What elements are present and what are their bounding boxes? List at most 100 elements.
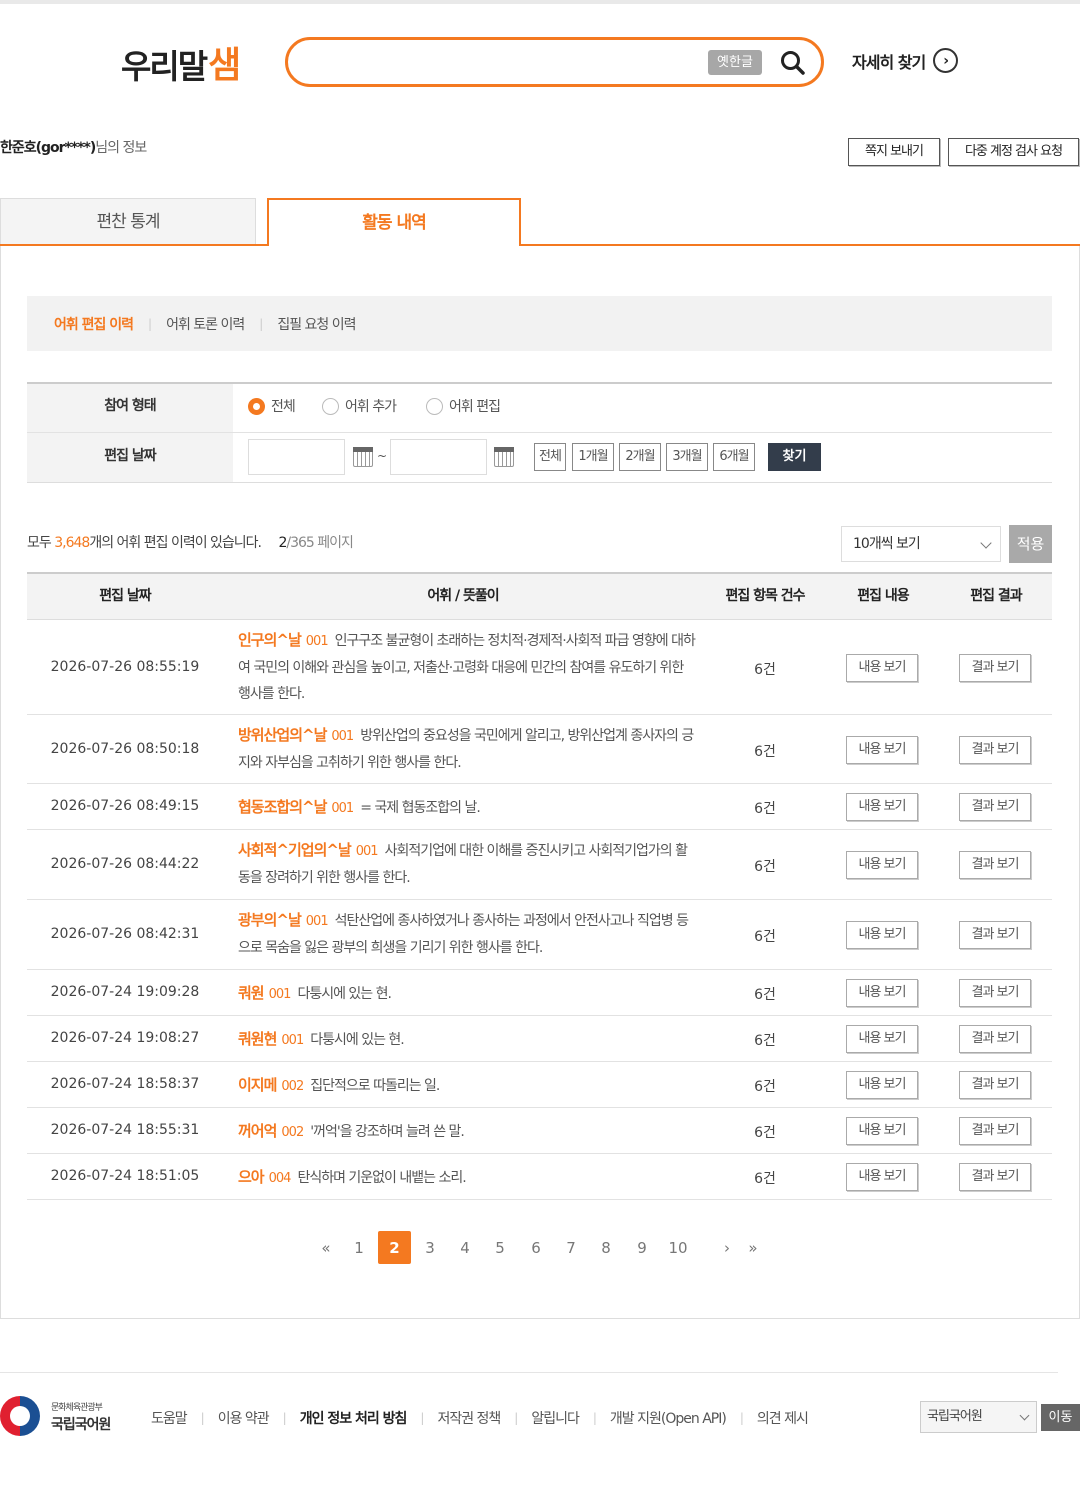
view-result-button[interactable]: 결과 보기	[959, 1163, 1031, 1191]
headword-link[interactable]: 광부의^날	[238, 911, 302, 929]
page-9[interactable]: 9	[630, 1231, 654, 1265]
word-definition: 광부의^날 001 석탄산업에 종사하였거나 종사하는 과정에서 안전사고나 직업병…	[238, 907, 698, 961]
word-definition: 협동조합의^날 001 = 국제 협동조합의 날.	[238, 794, 698, 822]
edit-item-count: 6건	[754, 1125, 776, 1141]
period-all-button[interactable]: 전체	[534, 443, 566, 471]
period-1m-button[interactable]: 1개월	[572, 443, 614, 471]
headword-link[interactable]: 방위산업의^날	[238, 726, 327, 744]
footer-link-notice[interactable]: 알립니다	[531, 1408, 580, 1428]
footer-link-feedback[interactable]: 의견 제시	[757, 1408, 809, 1428]
footer-link-help[interactable]: 도움말	[151, 1408, 188, 1428]
page-7[interactable]: 7	[559, 1231, 583, 1265]
view-content-button[interactable]: 내용 보기	[846, 979, 918, 1007]
calendar-icon[interactable]	[494, 447, 514, 467]
footer-link-openapi[interactable]: 개발 지원(Open API)	[610, 1408, 727, 1428]
view-result-button[interactable]: 결과 보기	[959, 1117, 1031, 1145]
detail-search-label: 자세히 찾기	[852, 52, 926, 72]
first-page-button[interactable]: «	[314, 1231, 338, 1265]
page-4[interactable]: 4	[453, 1231, 477, 1265]
radio-edit-word[interactable]: 어휘 편집	[426, 396, 501, 416]
view-content-button[interactable]: 내용 보기	[846, 851, 918, 879]
sense-number: 001	[331, 729, 354, 744]
page-5[interactable]: 5	[488, 1231, 512, 1265]
view-content-button[interactable]: 내용 보기	[846, 1025, 918, 1053]
view-result-button[interactable]: 결과 보기	[959, 653, 1031, 682]
edit-item-count: 6건	[754, 661, 776, 678]
page-3[interactable]: 3	[418, 1231, 442, 1265]
edit-date: 2026-07-26 08:44:22	[50, 856, 200, 872]
date-from-input[interactable]	[248, 439, 345, 475]
multi-account-check-button[interactable]: 다중 계정 검사 요청	[948, 138, 1079, 166]
view-result-button[interactable]: 결과 보기	[959, 793, 1031, 821]
view-content-button[interactable]: 내용 보기	[846, 921, 918, 949]
sense-number: 001	[355, 844, 379, 859]
period-6m-button[interactable]: 6개월	[713, 443, 755, 471]
period-3m-button[interactable]: 3개월	[666, 443, 708, 471]
view-result-button[interactable]: 결과 보기	[959, 921, 1031, 949]
old-hangul-button[interactable]: 옛한글	[708, 50, 762, 75]
headword-link[interactable]: 꺼어억	[238, 1122, 277, 1140]
edit-date: 2026-07-24 19:09:28	[50, 984, 200, 1000]
footer-link-privacy[interactable]: 개인 정보 처리 방침	[300, 1408, 408, 1428]
per-page-select[interactable]: 10개씩 보기	[841, 526, 1001, 562]
last-page-button[interactable]: »	[741, 1231, 765, 1265]
tab-activity[interactable]: 활동 내역	[267, 198, 521, 246]
page-2-current[interactable]: 2	[378, 1231, 411, 1264]
page-6[interactable]: 6	[524, 1231, 548, 1265]
table-row: 2026-07-24 18:58:37 이지메 002 집단적으로 따돌리는 일. 6건…	[27, 1062, 1052, 1108]
user-info-suffix: 님의 정보	[95, 140, 147, 156]
view-result-button[interactable]: 결과 보기	[959, 851, 1031, 879]
view-content-button[interactable]: 내용 보기	[846, 793, 918, 821]
headword-link[interactable]: 이지메	[238, 1076, 277, 1094]
related-site-select[interactable]: 국립국어원	[920, 1401, 1037, 1433]
date-to-input[interactable]	[390, 439, 487, 475]
subtab-discussion-history[interactable]: 어휘 토론 이력	[166, 314, 245, 334]
headword-link[interactable]: 쿼원현	[238, 1030, 277, 1048]
word-definition: 방위산업의^날 001 방위산업의 중요성을 국민에게 알리고, 방위산업계 종사자…	[238, 722, 698, 776]
go-button[interactable]: 이동	[1041, 1404, 1080, 1431]
site-logo[interactable]: 우리말 샘	[121, 40, 241, 88]
view-content-button[interactable]: 내용 보기	[846, 653, 918, 682]
send-message-button[interactable]: 쪽지 보내기	[848, 138, 940, 166]
table-row: 2026-07-26 08:55:19 인구의^날 001 인구구조 불균형이 초래하…	[27, 620, 1052, 715]
page-10[interactable]: 10	[665, 1231, 691, 1265]
edit-date: 2026-07-26 08:42:31	[50, 926, 200, 942]
tab-statistics[interactable]: 편찬 통계	[0, 198, 256, 246]
view-content-button[interactable]: 내용 보기	[846, 1117, 918, 1145]
find-button[interactable]: 찾기	[768, 443, 821, 471]
subtab-bar: 어휘 편집 이력 | 어휘 토론 이력 | 집필 요청 이력	[27, 296, 1052, 351]
period-2m-button[interactable]: 2개월	[619, 443, 661, 471]
subtab-request-history[interactable]: 집필 요청 이력	[277, 314, 356, 334]
search-input[interactable]	[310, 50, 710, 76]
search-button[interactable]	[778, 48, 808, 78]
headword-link[interactable]: 사회적^기업의^날	[238, 841, 352, 859]
chevron-down-icon	[980, 537, 992, 549]
headword-link[interactable]: 으아	[238, 1168, 265, 1186]
page-1[interactable]: 1	[347, 1231, 371, 1265]
calendar-icon[interactable]	[353, 447, 373, 467]
apply-button[interactable]: 적용	[1009, 525, 1052, 563]
definition-text: 다퉁시에 있는 현.	[310, 1032, 405, 1048]
footer-link-copyright[interactable]: 저작권 정책	[437, 1408, 501, 1428]
next-page-button[interactable]: ›	[715, 1231, 739, 1265]
table-row: 2026-07-24 18:55:31 꺼어억 002 '꺼억'을 강조하며 늘려 쓴…	[27, 1108, 1052, 1154]
headword-link[interactable]: 인구의^날	[238, 631, 302, 649]
subtab-edit-history[interactable]: 어휘 편집 이력	[54, 314, 134, 334]
sense-number: 001	[281, 1033, 304, 1048]
detail-search-link[interactable]: 자세히 찾기 ›	[852, 48, 959, 73]
definition-text: 집단적으로 따돌리는 일.	[310, 1078, 440, 1094]
view-content-button[interactable]: 내용 보기	[846, 1071, 918, 1099]
page-8[interactable]: 8	[594, 1231, 618, 1265]
view-result-button[interactable]: 결과 보기	[959, 735, 1031, 764]
headword-link[interactable]: 쿼원	[238, 984, 265, 1002]
headword-link[interactable]: 협동조합의^날	[238, 798, 327, 816]
view-content-button[interactable]: 내용 보기	[846, 735, 918, 764]
radio-add-word[interactable]: 어휘 추가	[322, 396, 397, 416]
edit-date: 2026-07-24 18:51:05	[50, 1168, 200, 1184]
footer-link-terms[interactable]: 이용 약관	[218, 1408, 270, 1428]
view-result-button[interactable]: 결과 보기	[959, 1025, 1031, 1053]
view-content-button[interactable]: 내용 보기	[846, 1163, 918, 1191]
view-result-button[interactable]: 결과 보기	[959, 979, 1031, 1007]
radio-all[interactable]: 전체	[248, 396, 296, 416]
view-result-button[interactable]: 결과 보기	[959, 1071, 1031, 1099]
